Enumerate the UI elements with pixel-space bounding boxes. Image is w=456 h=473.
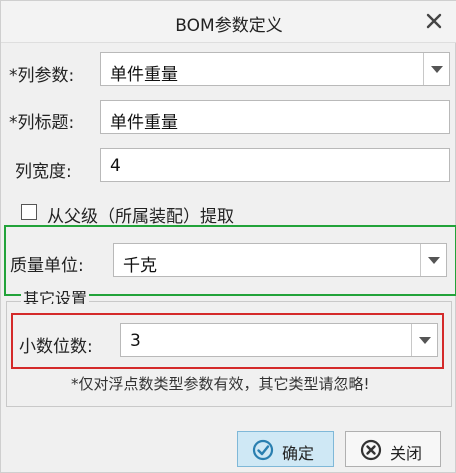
column-title-value: 单件重量 [110, 113, 178, 133]
ok-button[interactable]: 确定 [237, 431, 334, 467]
decimal-places-select[interactable]: 3 [120, 323, 438, 357]
bom-param-dialog: BOM参数定义 *列参数: 单件重量 *列标题: 单件重量 列宽度: 4 从父级… [0, 0, 456, 473]
decimal-places-label: 小数位数: [19, 337, 93, 357]
column-param-label: *列参数: [9, 66, 75, 86]
column-title-input[interactable]: 单件重量 [100, 100, 450, 134]
column-title-label: *列标题: [9, 113, 75, 133]
column-width-input[interactable]: 4 [100, 148, 450, 182]
mass-unit-select[interactable]: 千克 [113, 243, 447, 277]
chevron-down-icon[interactable] [423, 53, 449, 85]
inherit-checkbox-label[interactable]: 从父级（所属装配）提取 [47, 202, 234, 227]
mass-unit-label: 质量单位: [10, 256, 84, 276]
close-button-label: 关闭 [390, 444, 423, 463]
inherit-checkbox[interactable] [21, 204, 37, 220]
column-param-select[interactable]: 单件重量 [100, 52, 450, 86]
decimal-places-value: 3 [130, 331, 141, 351]
chevron-down-icon[interactable] [411, 324, 437, 356]
ok-button-label: 确定 [282, 444, 315, 463]
close-button[interactable]: 关闭 [345, 431, 441, 467]
check-circle-icon [252, 439, 274, 461]
dialog-title: BOM参数定义 [175, 16, 283, 36]
other-settings-legend: 其它设置 [21, 291, 90, 304]
column-width-value: 4 [110, 156, 121, 176]
x-circle-icon [360, 439, 382, 461]
title-bar: BOM参数定义 [1, 1, 456, 43]
float-only-note: *仅对浮点数类型参数有效，其它类型请忽略! [71, 375, 370, 393]
column-param-value: 单件重量 [110, 65, 178, 85]
column-width-label: 列宽度: [15, 162, 72, 182]
mass-unit-value: 千克 [123, 256, 157, 276]
close-icon[interactable] [425, 12, 443, 30]
chevron-down-icon[interactable] [420, 244, 446, 276]
